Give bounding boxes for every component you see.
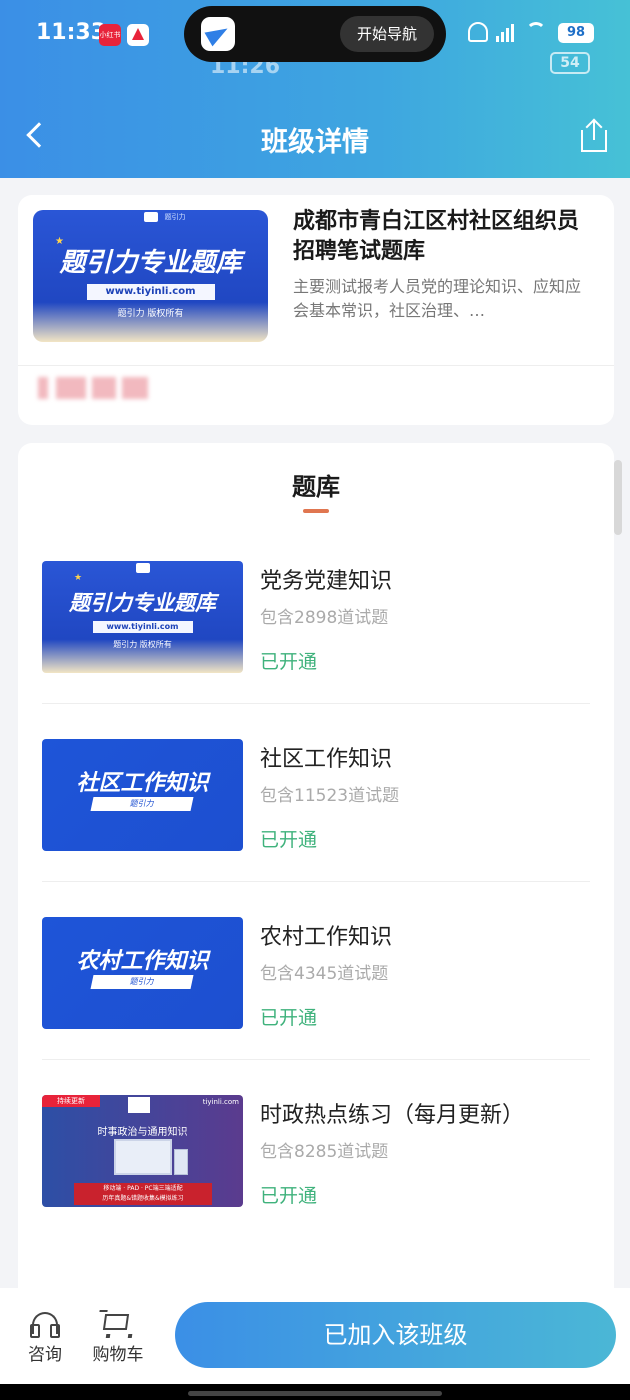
cover-ribbon-line: 移动端 · PAD · PC端三端适配 <box>103 1185 183 1192</box>
bank-item-name: 时政热点练习（每月更新） <box>260 1103 525 1128</box>
brand-logo-icon <box>135 563 150 573</box>
battery-icon-ghost: 54 <box>550 52 590 74</box>
cover-copyright: 题引力 版权所有 <box>113 640 172 649</box>
cover-copyright: 题引力 版权所有 <box>117 309 184 319</box>
blurred-info <box>38 371 158 405</box>
bank-item[interactable]: ★ 题引力专业题库 www.tiyinli.com 题引力 版权所有 党务党建知… <box>42 561 590 711</box>
dynamic-island[interactable]: 开始导航 <box>184 6 446 62</box>
course-card: 题引力 ★ 题引力专业题库 www.tiyinli.com 题引力 版权所有 成… <box>18 195 614 425</box>
xiaohongshu-app-icon: 小红书 <box>99 24 121 46</box>
status-bar: 11:33 小红书 11:26 开始导航 98 54 <box>0 0 630 79</box>
scrollbar[interactable] <box>614 460 622 535</box>
cover-ribbon: 移动端 · PAD · PC端三端适配 历年真题&错题收集&模拟练习 <box>74 1183 212 1205</box>
mute-bell-icon <box>468 22 488 42</box>
signal-icon <box>496 22 516 42</box>
bank-item-name: 农村工作知识 <box>260 925 393 950</box>
divider <box>18 365 614 366</box>
course-description: 主要测试报考人员党的理论知识、应知应会基本常识，社区治理、… <box>293 277 582 320</box>
bank-item-count: 包含4345道试题 <box>260 964 389 984</box>
cover-main-text: 题引力专业题库 <box>69 591 216 615</box>
bank-item-status: 已开通 <box>260 1185 318 1207</box>
question-bank-card: 题库 ★ 题引力专业题库 www.tiyinli.com 题引力 版权所有 党务… <box>18 443 614 1343</box>
bank-item-count: 包含2898道试题 <box>260 608 389 628</box>
monitor-icon <box>114 1139 172 1175</box>
bank-item-cover: 社区工作知识 题引力 <box>42 739 243 851</box>
joined-class-button[interactable]: 已加入该班级 <box>175 1302 616 1368</box>
cover-headline: 时事政治与通用知识 <box>97 1127 188 1138</box>
divider <box>42 881 590 882</box>
cover-main-text: 题引力专业题库 <box>59 248 242 278</box>
phone-icon <box>174 1149 188 1175</box>
status-time: 11:33 <box>36 20 107 45</box>
course-cover-image: 题引力 ★ 题引力专业题库 www.tiyinli.com 题引力 版权所有 <box>33 210 268 342</box>
bank-item-cover: 持续更新 tiyinli.com 时事政治与通用知识 移动端 · PAD · P… <box>42 1095 243 1207</box>
bottom-action-bar: 咨询 购物车 已加入该班级 <box>0 1288 630 1384</box>
notification-app-icon <box>127 24 149 46</box>
bank-item-count: 包含8285道试题 <box>260 1142 389 1162</box>
battery-icon: 98 <box>558 23 594 43</box>
start-navigation-button[interactable]: 开始导航 <box>340 16 434 52</box>
course-title: 成都市青白江区村社区组织员招聘笔试题库 <box>293 209 580 264</box>
cover-ribbon-line: 历年真题&错题收集&模拟练习 <box>102 1195 184 1202</box>
bank-item-name: 社区工作知识 <box>260 747 393 772</box>
bank-item-status: 已开通 <box>260 1007 318 1029</box>
cover-url: www.tiyinli.com <box>86 284 215 300</box>
bank-item[interactable]: 社区工作知识 题引力 社区工作知识 包含11523道试题 已开通 <box>42 739 590 889</box>
share-icon[interactable] <box>581 118 607 152</box>
bank-item-cover: ★ 题引力专业题库 www.tiyinli.com 题引力 版权所有 <box>42 561 243 673</box>
cover-sub-text: 题引力 <box>90 975 194 989</box>
brand-logo-icon <box>128 1097 150 1113</box>
header-background: 11:33 小红书 11:26 开始导航 98 54 班级详情 <box>0 0 630 178</box>
cover-sub-text: 题引力 <box>90 797 194 811</box>
cover-brand-text: 题引力 <box>164 213 186 221</box>
bank-item[interactable]: 农村工作知识 题引力 农村工作知识 包含4345道试题 已开通 <box>42 917 590 1067</box>
section-underline <box>303 509 329 513</box>
bank-item-count: 包含11523道试题 <box>260 786 400 806</box>
title-bar: 班级详情 <box>0 108 630 168</box>
section-title: 题库 <box>292 473 340 501</box>
bank-item-cover: 农村工作知识 题引力 <box>42 917 243 1029</box>
consult-label: 咨询 <box>28 1345 62 1365</box>
cover-site: tiyinli.com <box>202 1098 239 1106</box>
cover-url: www.tiyinli.com <box>92 621 193 633</box>
bank-item-status: 已开通 <box>260 829 318 851</box>
page-title: 班级详情 <box>261 127 369 158</box>
brand-logo-icon <box>143 212 158 222</box>
cart-label: 购物车 <box>92 1345 144 1365</box>
cover-main-text: 社区工作知识 <box>76 771 209 796</box>
bank-item-status: 已开通 <box>260 651 318 673</box>
home-indicator[interactable] <box>0 1384 630 1400</box>
cart-icon <box>102 1314 130 1330</box>
divider <box>42 1059 590 1060</box>
wifi-icon <box>526 22 546 42</box>
navigation-app-icon[interactable] <box>201 17 235 51</box>
bank-item-name: 党务党建知识 <box>260 569 393 594</box>
divider <box>42 703 590 704</box>
star-icon: ★ <box>74 573 83 583</box>
headset-icon <box>30 1312 60 1338</box>
bank-item[interactable]: 持续更新 tiyinli.com 时事政治与通用知识 移动端 · PAD · P… <box>42 1095 590 1245</box>
cover-main-text: 农村工作知识 <box>76 949 209 974</box>
cover-tag: 持续更新 <box>42 1095 100 1107</box>
